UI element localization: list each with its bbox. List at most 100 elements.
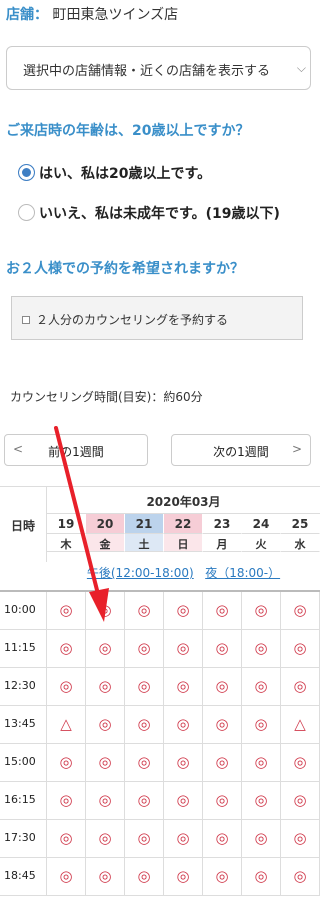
period-links: 午後(12:00-18:00) 夜（18:00-） <box>47 564 320 581</box>
time-slot[interactable]: ◎ <box>86 630 125 668</box>
day-weekday: 金 <box>86 534 125 552</box>
time-slot[interactable]: ◎ <box>86 820 125 858</box>
time-slot[interactable]: ◎ <box>281 592 320 630</box>
time-row: 12:30 ◎ ◎ ◎ ◎ ◎ ◎ ◎ <box>0 668 320 706</box>
time-slot[interactable]: ◎ <box>242 820 281 858</box>
period-night-link[interactable]: 夜（18:00-） <box>205 566 280 580</box>
time-slot[interactable]: △ <box>281 706 320 744</box>
time-label: 16:15 <box>0 782 47 820</box>
time-slot[interactable]: ◎ <box>242 706 281 744</box>
time-slot[interactable]: ◎ <box>164 858 203 896</box>
prev-week-label: 前の1週間 <box>48 445 104 459</box>
time-slot[interactable]: △ <box>47 706 86 744</box>
time-slot[interactable]: ◎ <box>47 668 86 706</box>
time-row: 10:00 ◎ ◎ ◎ ◎ ◎ ◎ ◎ <box>0 592 320 630</box>
time-label: 17:30 <box>0 820 47 858</box>
time-slot[interactable]: ◎ <box>203 668 242 706</box>
time-slot[interactable]: ◎ <box>125 668 164 706</box>
store-line: 店舗： 町田東急ツインズ店 <box>6 4 178 24</box>
time-slot[interactable]: ◎ <box>86 782 125 820</box>
time-slot[interactable]: ◎ <box>125 630 164 668</box>
time-slot[interactable]: ◎ <box>86 858 125 896</box>
day-date: 19 <box>47 514 86 534</box>
row-header: 日時 <box>0 486 47 562</box>
time-slot[interactable]: ◎ <box>242 858 281 896</box>
day-date: 25 <box>281 514 320 534</box>
next-week-label: 次の1週間 <box>213 445 269 459</box>
time-slot[interactable]: ◎ <box>125 706 164 744</box>
checkbox-icon[interactable] <box>22 316 30 324</box>
time-slot[interactable]: ◎ <box>242 744 281 782</box>
time-slot[interactable]: ◎ <box>164 592 203 630</box>
time-slot[interactable]: ◎ <box>281 744 320 782</box>
time-slot[interactable]: ◎ <box>125 782 164 820</box>
time-slot[interactable]: ◎ <box>86 592 125 630</box>
next-week-button[interactable]: 次の1週間 > <box>171 434 311 466</box>
day-weekday: 日 <box>164 534 203 552</box>
age-option-minor-label: いいえ、私は未成年です。(19歳以下) <box>39 206 280 222</box>
age-option-minor[interactable]: いいえ、私は未成年です。(19歳以下) <box>18 203 280 223</box>
time-slot[interactable]: ◎ <box>203 706 242 744</box>
age-option-adult[interactable]: はい、私は20歳以上です。 <box>18 163 211 183</box>
time-slot[interactable]: ◎ <box>47 630 86 668</box>
time-slot[interactable]: ◎ <box>86 668 125 706</box>
time-slot[interactable]: ◎ <box>242 668 281 706</box>
time-label: 18:45 <box>0 858 47 896</box>
time-slot[interactable]: ◎ <box>203 744 242 782</box>
time-slot[interactable]: ◎ <box>203 630 242 668</box>
couple-checkbox-label: ２人分のカウンセリングを予約する <box>36 313 229 327</box>
time-slot[interactable]: ◎ <box>242 782 281 820</box>
time-slot[interactable]: ◎ <box>281 858 320 896</box>
time-slot[interactable]: ◎ <box>125 820 164 858</box>
prev-week-button[interactable]: < 前の1週間 <box>4 434 148 466</box>
time-slots: 10:00 ◎ ◎ ◎ ◎ ◎ ◎ ◎ 11:15 ◎ ◎ ◎ ◎ ◎ ◎ ◎ 12:30 ◎ ◎ ◎ ◎ ◎ ◎ ◎ 13:4… <box>0 590 320 896</box>
radio-icon[interactable] <box>18 204 35 221</box>
time-slot[interactable]: ◎ <box>164 744 203 782</box>
time-slot[interactable]: ◎ <box>203 782 242 820</box>
time-slot[interactable]: ◎ <box>47 592 86 630</box>
time-slot[interactable]: ◎ <box>164 630 203 668</box>
time-slot[interactable]: ◎ <box>47 782 86 820</box>
time-slot[interactable]: ◎ <box>203 820 242 858</box>
radio-selected-icon[interactable] <box>18 164 35 181</box>
store-select-text: 選択中の店舗情報・近くの店舗を表示する <box>23 64 271 79</box>
time-slot[interactable]: ◎ <box>242 630 281 668</box>
time-label: 10:00 <box>0 592 47 630</box>
day-date: 23 <box>203 514 242 534</box>
age-option-adult-label: はい、私は20歳以上です。 <box>39 166 212 182</box>
chevron-right-icon: > <box>291 442 302 456</box>
time-slot[interactable]: ◎ <box>164 706 203 744</box>
day-date: 21 <box>125 514 164 534</box>
store-name: 町田東急ツインズ店 <box>52 7 179 23</box>
time-slot[interactable]: ◎ <box>47 858 86 896</box>
time-row: 18:45 ◎ ◎ ◎ ◎ ◎ ◎ ◎ <box>0 858 320 896</box>
period-day-link[interactable]: 午後(12:00-18:00) <box>87 566 194 580</box>
day-weekday: 水 <box>281 534 320 552</box>
time-slot[interactable]: ◎ <box>125 744 164 782</box>
time-slot[interactable]: ◎ <box>125 858 164 896</box>
day-weekday: 月 <box>203 534 242 552</box>
day-weekday: 火 <box>242 534 281 552</box>
couple-checkbox[interactable]: ２人分のカウンセリングを予約する <box>11 296 303 340</box>
time-slot[interactable]: ◎ <box>125 592 164 630</box>
time-slot[interactable]: ◎ <box>203 858 242 896</box>
day-date: 22 <box>164 514 203 534</box>
time-slot[interactable]: ◎ <box>86 744 125 782</box>
time-row: 13:45 △ ◎ ◎ ◎ ◎ ◎ △ <box>0 706 320 744</box>
store-select[interactable]: 選択中の店舗情報・近くの店舗を表示する ⌵ <box>6 46 311 90</box>
age-question-title: ご来店時の年齢は、20歳以上ですか？ <box>6 123 250 139</box>
time-slot[interactable]: ◎ <box>47 820 86 858</box>
store-label: 店舗： <box>6 7 48 23</box>
time-slot[interactable]: ◎ <box>242 592 281 630</box>
time-slot[interactable]: ◎ <box>281 668 320 706</box>
time-slot[interactable]: ◎ <box>164 668 203 706</box>
time-slot[interactable]: ◎ <box>164 820 203 858</box>
time-slot[interactable]: ◎ <box>47 744 86 782</box>
time-slot[interactable]: ◎ <box>281 782 320 820</box>
time-slot[interactable]: ◎ <box>164 782 203 820</box>
time-slot[interactable]: ◎ <box>281 630 320 668</box>
time-slot[interactable]: ◎ <box>86 706 125 744</box>
time-slot[interactable]: ◎ <box>203 592 242 630</box>
time-slot[interactable]: ◎ <box>281 820 320 858</box>
time-row: 16:15 ◎ ◎ ◎ ◎ ◎ ◎ ◎ <box>0 782 320 820</box>
